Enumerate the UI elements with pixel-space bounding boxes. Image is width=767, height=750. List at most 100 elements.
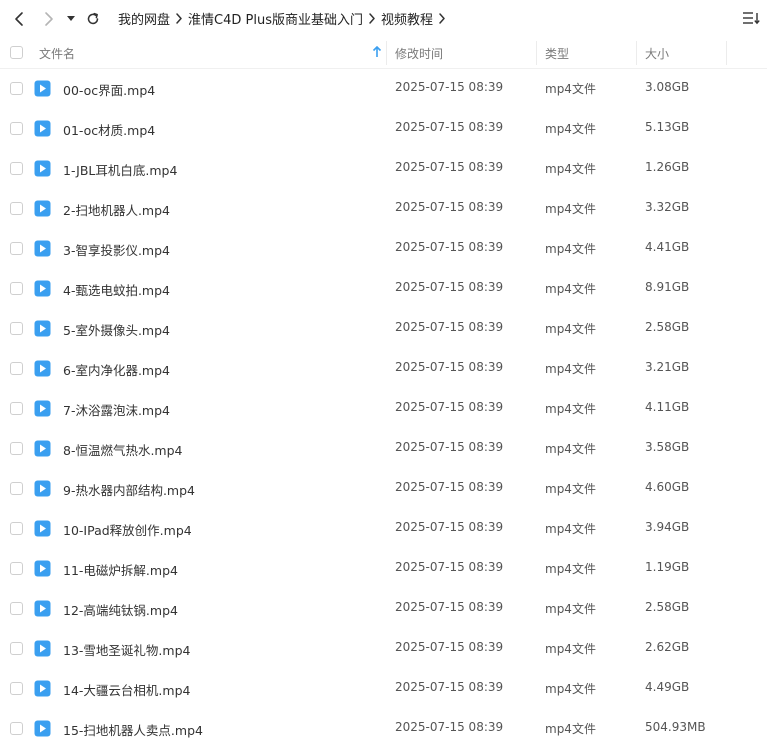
- file-name[interactable]: 4-甄选电蚊拍.mp4: [63, 280, 170, 299]
- row-checkbox[interactable]: [10, 562, 23, 575]
- file-browser-window: 我的网盘 淮情C4D Plus版商业基础入门 视频教程 文件名 修改时间 类型 …: [0, 0, 767, 750]
- file-name[interactable]: 1-JBL耳机白底.mp4: [63, 160, 177, 179]
- file-type: mp4文件: [545, 602, 596, 616]
- file-list: 00-oc界面.mp4 2025-07-15 08:39 mp4文件 3.08GB 01…: [0, 69, 767, 749]
- row-checkbox[interactable]: [10, 482, 23, 495]
- column-header-type[interactable]: 类型: [545, 45, 569, 62]
- file-type: mp4文件: [545, 642, 596, 656]
- table-row[interactable]: 01-oc材质.mp4 2025-07-15 08:39 mp4文件 5.13GB: [0, 109, 767, 149]
- column-header-name[interactable]: 文件名: [39, 45, 75, 62]
- row-checkbox[interactable]: [10, 682, 23, 695]
- navigation-bar: 我的网盘 淮情C4D Plus版商业基础入门 视频教程: [0, 0, 767, 37]
- table-row[interactable]: 14-大疆云台相机.mp4 2025-07-15 08:39 mp4文件 4.49GB: [0, 669, 767, 709]
- table-row[interactable]: 15-扫地机器人卖点.mp4 2025-07-15 08:39 mp4文件 504.9…: [0, 709, 767, 749]
- file-name[interactable]: 8-恒温燃气热水.mp4: [63, 440, 183, 459]
- file-modified-time: 2025-07-15 08:39: [395, 640, 504, 654]
- table-row[interactable]: 13-雪地圣诞礼物.mp4 2025-07-15 08:39 mp4文件 2.62GB: [0, 629, 767, 669]
- table-row[interactable]: 10-IPad释放创作.mp4 2025-07-15 08:39 mp4文件 3.94…: [0, 509, 767, 549]
- breadcrumb-item-root[interactable]: 我的网盘: [118, 9, 170, 28]
- table-row[interactable]: 1-JBL耳机白底.mp4 2025-07-15 08:39 mp4文件 1.26GB: [0, 149, 767, 189]
- file-type: mp4文件: [545, 282, 596, 296]
- column-divider[interactable]: [536, 41, 537, 65]
- file-type: mp4文件: [545, 522, 596, 536]
- row-checkbox[interactable]: [10, 122, 23, 135]
- row-checkbox[interactable]: [10, 602, 23, 615]
- file-modified-time: 2025-07-15 08:39: [395, 200, 504, 214]
- row-checkbox[interactable]: [10, 202, 23, 215]
- video-file-icon: [34, 600, 51, 617]
- column-header-modified-time[interactable]: 修改时间: [395, 45, 443, 62]
- file-size: 2.58GB: [645, 600, 690, 614]
- column-divider[interactable]: [726, 41, 727, 65]
- forward-button[interactable]: [38, 8, 60, 30]
- file-name[interactable]: 12-高端纯钛锅.mp4: [63, 600, 178, 619]
- row-checkbox[interactable]: [10, 522, 23, 535]
- table-row[interactable]: 7-沐浴露泡沫.mp4 2025-07-15 08:39 mp4文件 4.11GB: [0, 389, 767, 429]
- file-modified-time: 2025-07-15 08:39: [395, 680, 504, 694]
- history-dropdown-button[interactable]: [64, 8, 78, 30]
- table-row[interactable]: 2-扫地机器人.mp4 2025-07-15 08:39 mp4文件 3.32GB: [0, 189, 767, 229]
- table-row[interactable]: 6-室内净化器.mp4 2025-07-15 08:39 mp4文件 3.21GB: [0, 349, 767, 389]
- file-name[interactable]: 6-室内净化器.mp4: [63, 360, 170, 379]
- file-modified-time: 2025-07-15 08:39: [395, 600, 504, 614]
- row-checkbox[interactable]: [10, 162, 23, 175]
- chevron-left-icon: [15, 11, 23, 26]
- column-divider[interactable]: [386, 41, 387, 65]
- file-name[interactable]: 2-扫地机器人.mp4: [63, 200, 170, 219]
- row-checkbox[interactable]: [10, 82, 23, 95]
- file-name[interactable]: 10-IPad释放创作.mp4: [63, 520, 192, 539]
- row-checkbox[interactable]: [10, 282, 23, 295]
- row-checkbox[interactable]: [10, 242, 23, 255]
- refresh-icon: [87, 12, 99, 24]
- table-row[interactable]: 4-甄选电蚊拍.mp4 2025-07-15 08:39 mp4文件 8.91GB: [0, 269, 767, 309]
- sort-ascending-icon[interactable]: [372, 46, 382, 58]
- video-file-icon: [34, 400, 51, 417]
- row-checkbox[interactable]: [10, 722, 23, 735]
- file-size: 2.62GB: [645, 640, 690, 654]
- file-name[interactable]: 9-热水器内部结构.mp4: [63, 480, 195, 499]
- table-row[interactable]: 3-智享投影仪.mp4 2025-07-15 08:39 mp4文件 4.41GB: [0, 229, 767, 269]
- column-divider[interactable]: [636, 41, 637, 65]
- table-row[interactable]: 12-高端纯钛锅.mp4 2025-07-15 08:39 mp4文件 2.58GB: [0, 589, 767, 629]
- video-file-icon: [34, 720, 51, 737]
- file-name[interactable]: 13-雪地圣诞礼物.mp4: [63, 640, 190, 659]
- row-checkbox[interactable]: [10, 442, 23, 455]
- row-checkbox[interactable]: [10, 362, 23, 375]
- table-row[interactable]: 00-oc界面.mp4 2025-07-15 08:39 mp4文件 3.08GB: [0, 69, 767, 109]
- table-row[interactable]: 9-热水器内部结构.mp4 2025-07-15 08:39 mp4文件 4.60GB: [0, 469, 767, 509]
- file-size: 5.13GB: [645, 120, 690, 134]
- table-row[interactable]: 8-恒温燃气热水.mp4 2025-07-15 08:39 mp4文件 3.58GB: [0, 429, 767, 469]
- file-name[interactable]: 5-室外摄像头.mp4: [63, 320, 170, 339]
- breadcrumb-item-current[interactable]: 视频教程: [381, 9, 433, 28]
- video-file-icon: [34, 560, 51, 577]
- row-checkbox[interactable]: [10, 322, 23, 335]
- file-name[interactable]: 15-扫地机器人卖点.mp4: [63, 720, 203, 739]
- row-checkbox[interactable]: [10, 402, 23, 415]
- file-size: 4.41GB: [645, 240, 690, 254]
- file-type: mp4文件: [545, 402, 596, 416]
- video-file-icon: [34, 120, 51, 137]
- file-modified-time: 2025-07-15 08:39: [395, 560, 504, 574]
- file-name[interactable]: 01-oc材质.mp4: [63, 120, 155, 139]
- file-name[interactable]: 3-智享投影仪.mp4: [63, 240, 170, 259]
- table-row[interactable]: 5-室外摄像头.mp4 2025-07-15 08:39 mp4文件 2.58GB: [0, 309, 767, 349]
- video-file-icon: [34, 680, 51, 697]
- column-header-size[interactable]: 大小: [645, 45, 669, 62]
- file-size: 3.08GB: [645, 80, 690, 94]
- select-all-checkbox[interactable]: [10, 46, 23, 59]
- refresh-button[interactable]: [82, 8, 104, 30]
- video-file-icon: [34, 200, 51, 217]
- file-size: 2.58GB: [645, 320, 690, 334]
- file-name[interactable]: 11-电磁炉拆解.mp4: [63, 560, 178, 579]
- back-button[interactable]: [8, 8, 30, 30]
- breadcrumb-item-course[interactable]: 淮情C4D Plus版商业基础入门: [188, 9, 363, 28]
- row-checkbox[interactable]: [10, 642, 23, 655]
- video-file-icon: [34, 280, 51, 297]
- table-row[interactable]: 11-电磁炉拆解.mp4 2025-07-15 08:39 mp4文件 1.19GB: [0, 549, 767, 589]
- file-name[interactable]: 00-oc界面.mp4: [63, 80, 155, 99]
- file-type: mp4文件: [545, 122, 596, 136]
- file-name[interactable]: 14-大疆云台相机.mp4: [63, 680, 190, 699]
- file-size: 8.91GB: [645, 280, 690, 294]
- file-name[interactable]: 7-沐浴露泡沫.mp4: [63, 400, 170, 419]
- sort-options-button[interactable]: [741, 8, 761, 28]
